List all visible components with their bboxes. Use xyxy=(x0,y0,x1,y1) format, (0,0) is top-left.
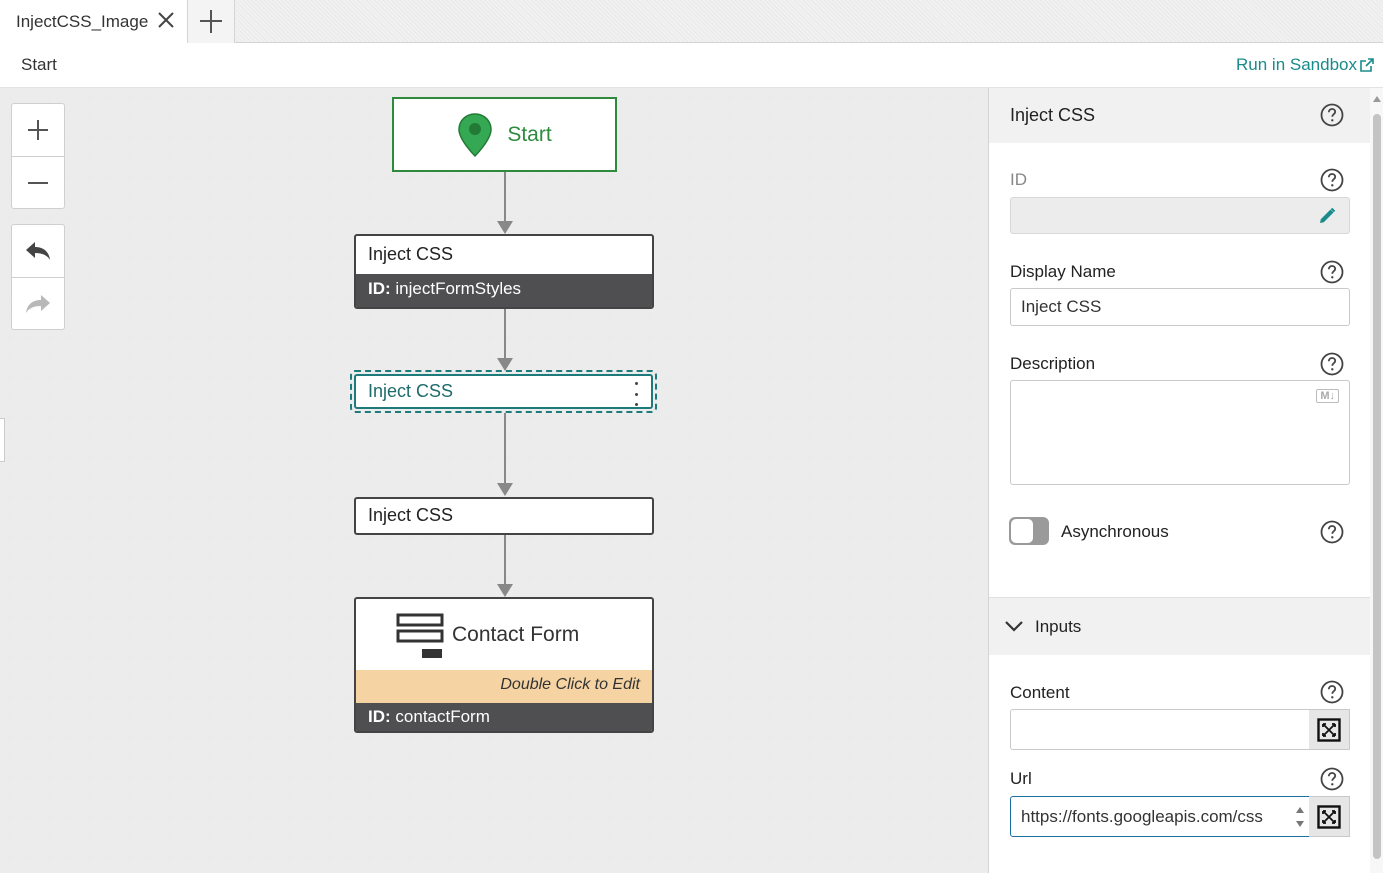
expression-editor-icon xyxy=(1317,717,1341,742)
help-icon[interactable] xyxy=(1320,352,1344,376)
description-label: Description xyxy=(1010,354,1096,373)
url-expression-button[interactable] xyxy=(1309,796,1350,837)
tab-bar: InjectCSS_Image xyxy=(0,0,1383,43)
inputs-section-title: Inputs xyxy=(1035,617,1082,636)
display-name-value: Inject CSS xyxy=(1021,297,1102,316)
redo-button[interactable] xyxy=(12,277,64,329)
node-title: Inject CSS xyxy=(368,505,454,525)
expression-editor-icon xyxy=(1317,804,1341,829)
node-id-bar: ID: injectFormStyles xyxy=(356,274,652,307)
zoom-controls xyxy=(11,103,65,209)
node-title: Inject CSS xyxy=(368,381,454,401)
contact-form-node[interactable]: Contact Form Double Click to Edit ID: co… xyxy=(354,597,654,733)
undo-icon xyxy=(26,242,50,260)
edit-hint: Double Click to Edit xyxy=(356,670,652,703)
help-icon[interactable] xyxy=(1320,520,1344,544)
content-expression-button[interactable] xyxy=(1309,709,1350,750)
start-node[interactable]: Start xyxy=(392,97,617,172)
node-id-value: injectFormStyles xyxy=(395,279,522,298)
redo-icon xyxy=(26,294,50,313)
flow-header: Start Run in Sandbox xyxy=(0,43,1383,88)
content-label: Content xyxy=(1010,683,1070,702)
history-controls xyxy=(11,224,65,330)
breadcrumb: Start xyxy=(21,55,57,74)
connector-arrow xyxy=(497,483,513,496)
map-pin-icon xyxy=(458,112,493,157)
properties-panel: Inject CSS ID Display Name Inject CSS De… xyxy=(988,88,1383,873)
node-id-bar: ID: contactForm xyxy=(356,703,652,731)
left-drawer-handle[interactable] xyxy=(0,418,5,462)
description-field[interactable]: M↓ xyxy=(1010,380,1350,485)
zoom-out-button[interactable] xyxy=(12,156,64,208)
connector xyxy=(504,413,506,483)
node-menu-icon[interactable] xyxy=(633,382,639,406)
asynchronous-label: Asynchronous xyxy=(1061,522,1169,541)
content-field[interactable] xyxy=(1010,709,1310,750)
stepper-icon[interactable] xyxy=(1295,802,1305,832)
help-icon[interactable] xyxy=(1320,103,1344,127)
panel-scrollbar[interactable] xyxy=(1370,88,1383,873)
node-title: Contact Form xyxy=(452,622,580,646)
tab-injectcss-image[interactable]: InjectCSS_Image xyxy=(0,0,188,43)
minus-icon xyxy=(28,181,48,184)
close-icon[interactable] xyxy=(155,9,177,31)
toggle-knob xyxy=(1011,519,1033,543)
id-field[interactable] xyxy=(1010,197,1350,234)
id-label: ID xyxy=(1010,170,1027,189)
scroll-up-icon[interactable] xyxy=(1373,96,1381,102)
display-name-label: Display Name xyxy=(1010,262,1116,281)
help-icon[interactable] xyxy=(1320,260,1344,284)
canvas-grid xyxy=(0,88,988,873)
node-id-prefix: ID: xyxy=(368,707,391,726)
inject-css-node[interactable]: Inject CSS ID: injectFormStyles xyxy=(354,234,654,309)
asynchronous-toggle[interactable] xyxy=(1009,517,1049,545)
connector-arrow xyxy=(497,584,513,597)
selected-node-body: Inject CSS xyxy=(354,374,653,409)
plus-icon xyxy=(28,120,48,140)
inject-css-node[interactable]: Inject CSS xyxy=(354,497,654,535)
form-node-header: Contact Form xyxy=(356,599,652,670)
sandbox-label: Run in Sandbox xyxy=(1236,55,1357,74)
flow-canvas[interactable]: Start Inject CSS ID: injectFormStyles In… xyxy=(0,88,988,873)
node-title: Inject CSS xyxy=(368,244,454,264)
external-link-icon xyxy=(1360,58,1374,72)
tab-label: InjectCSS_Image xyxy=(16,11,149,31)
help-icon[interactable] xyxy=(1320,168,1344,192)
scroll-thumb[interactable] xyxy=(1373,114,1381,859)
markdown-icon[interactable]: M↓ xyxy=(1316,389,1339,403)
panel-header: Inject CSS xyxy=(989,88,1370,143)
display-name-field[interactable]: Inject CSS xyxy=(1010,288,1350,326)
run-in-sandbox-link[interactable]: Run in Sandbox xyxy=(1236,55,1375,75)
connector-arrow xyxy=(497,221,513,234)
connector xyxy=(504,534,506,584)
node-id-value: contactForm xyxy=(395,707,490,726)
plus-icon xyxy=(200,10,222,33)
chevron-down-icon xyxy=(1005,621,1023,632)
inject-css-node-selected[interactable]: Inject CSS xyxy=(350,370,657,413)
url-value: https://fonts.googleapis.com/css xyxy=(1021,806,1263,826)
url-field[interactable]: https://fonts.googleapis.com/css xyxy=(1010,796,1310,837)
connector xyxy=(504,308,506,358)
add-tab-button[interactable] xyxy=(188,0,235,43)
url-label: Url xyxy=(1010,769,1032,788)
node-id-prefix: ID: xyxy=(368,279,391,298)
help-icon[interactable] xyxy=(1320,680,1344,704)
panel-title: Inject CSS xyxy=(1010,105,1096,125)
undo-button[interactable] xyxy=(12,225,64,277)
zoom-in-button[interactable] xyxy=(12,104,64,156)
form-icon xyxy=(396,613,444,658)
start-node-label: Start xyxy=(507,122,552,146)
help-icon[interactable] xyxy=(1320,767,1344,791)
connector xyxy=(504,172,506,222)
inputs-section-header[interactable]: Inputs xyxy=(989,597,1370,655)
edit-pencil-icon[interactable] xyxy=(1317,206,1337,226)
